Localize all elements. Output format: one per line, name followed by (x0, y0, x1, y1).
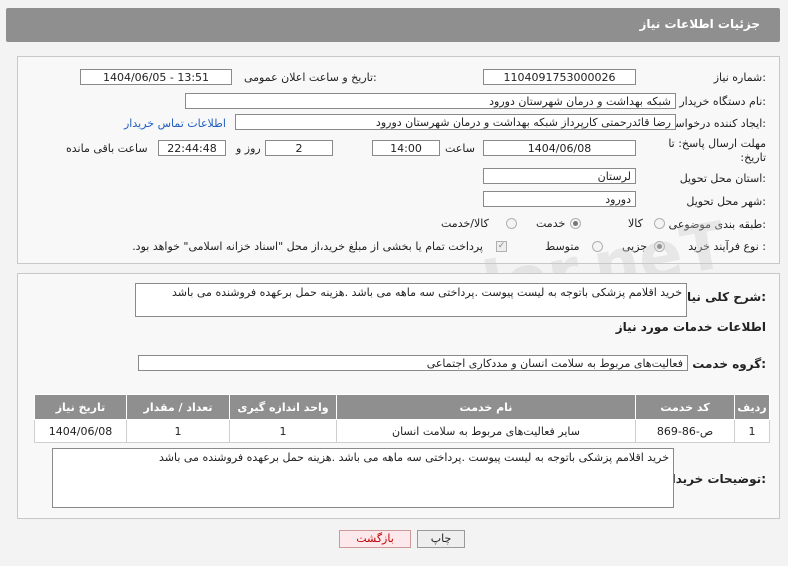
col-service-name: نام خدمت (336, 394, 636, 420)
time-label: ساعت (445, 142, 475, 155)
services-table: ردیف کد خدمت نام خدمت واحد اندازه گیری ت… (34, 394, 770, 443)
cell-quantity: 1 (126, 419, 230, 443)
service-group-label: گروه خدمت: (692, 357, 766, 371)
buyer-contact-link[interactable]: اطلاعات تماس خریدار (124, 117, 226, 130)
cell-need-date: 1404/06/08 (34, 419, 127, 443)
services-section-title: اطلاعات خدمات مورد نیاز (615, 320, 766, 334)
days-label: روز و (236, 142, 261, 155)
col-quantity: تعداد / مقدار (126, 394, 230, 420)
province-label: استان محل تحویل: (679, 172, 766, 185)
col-unit: واحد اندازه گیری (229, 394, 337, 420)
col-row-number: ردیف (734, 394, 770, 420)
deadline-date-field[interactable]: 1404/06/08 (483, 140, 636, 156)
deadline-time-field[interactable]: 14:00 (372, 140, 440, 156)
page-header: جزئیات اطلاعات نیاز (6, 8, 780, 42)
city-label: شهر محل تحویل: (686, 195, 766, 208)
creator-label: ایجاد کننده درخواست: (664, 117, 766, 130)
cell-service-name: سایر فعالیت‌های مربوط به سلامت انسان (336, 419, 636, 443)
category-goods-service-radio[interactable] (506, 218, 517, 229)
province-field[interactable]: لرستان (483, 168, 636, 184)
remaining-label: ساعت باقی مانده (66, 142, 148, 155)
col-need-date: تاریخ نیاز (34, 394, 127, 420)
col-service-code: کد خدمت (635, 394, 735, 420)
table-row[interactable]: 1 ص-86-869 سایر فعالیت‌های مربوط به سلام… (34, 419, 770, 443)
back-button[interactable]: بازگشت (339, 530, 411, 548)
cell-service-code: ص-86-869 (635, 419, 735, 443)
buyer-org-label: نام دستگاه خریدار: (679, 95, 766, 108)
days-count-field[interactable]: 2 (265, 140, 333, 156)
buyer-notes-label: توضیحات خریدار: (664, 472, 766, 486)
announce-datetime-field[interactable]: 1404/06/05 - 13:51 (80, 69, 232, 85)
creator-field[interactable]: رضا قائدرحمتی کارپرداز شبکه بهداشت و درم… (235, 114, 676, 130)
need-number-field[interactable]: 1104091753000026 (483, 69, 636, 85)
treasury-text: پرداخت تمام یا بخشی از مبلغ خرید،از محل … (132, 240, 483, 253)
deadline-label: مهلت ارسال پاسخ: تا تاریخ: (668, 137, 766, 164)
summary-textarea[interactable]: خرید اقلامم پزشکی باتوجه به لیست پیوست .… (135, 283, 687, 317)
announce-label: تاریخ و ساعت اعلان عمومی: (244, 71, 377, 84)
print-button[interactable]: چاپ (417, 530, 465, 548)
page-title: جزئیات اطلاعات نیاز (639, 17, 760, 31)
service-group-field[interactable]: فعالیت‌های مربوط به سلامت انسان و مددکار… (138, 355, 688, 371)
category-goods-service-label: کالا/خدمت (441, 217, 489, 230)
cell-unit: 1 (229, 419, 337, 443)
city-field[interactable]: دورود (483, 191, 636, 207)
need-number-label: شماره نیاز: (713, 71, 766, 84)
cell-row-number: 1 (734, 419, 770, 443)
category-service-label: خدمت (536, 217, 566, 230)
table-header-row: ردیف کد خدمت نام خدمت واحد اندازه گیری ت… (34, 394, 770, 420)
category-service-radio[interactable] (570, 218, 581, 229)
buyer-org-field[interactable]: شبکه بهداشت و درمان شهرستان دورود (185, 93, 676, 109)
buyer-notes-textarea[interactable]: خرید اقلامم پزشکی باتوجه به لیست پیوست .… (52, 448, 674, 508)
summary-label: شرح کلی نیاز: (680, 290, 766, 304)
remaining-time-field[interactable]: 22:44:48 (158, 140, 226, 156)
